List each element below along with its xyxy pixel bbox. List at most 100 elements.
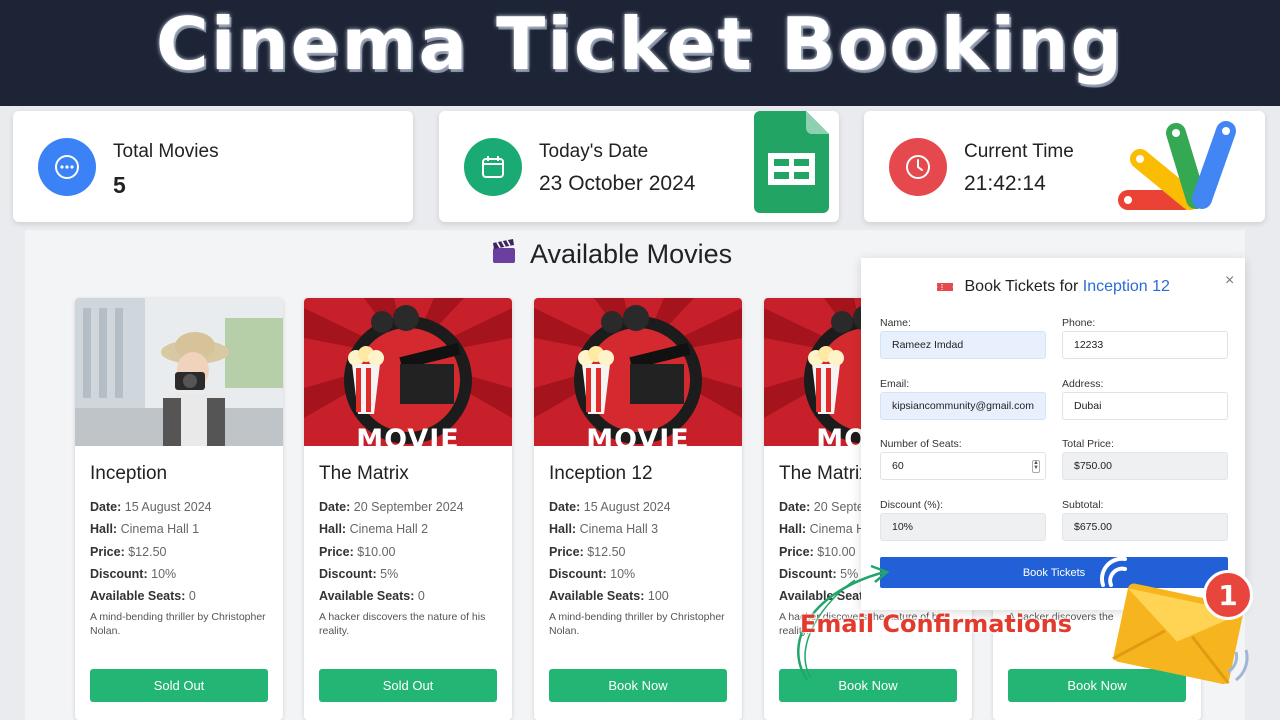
detail-label: Discount: (90, 566, 148, 581)
apps-script-logo-icon (1114, 117, 1244, 217)
movie-details: Date: 20 September 2024 Hall: Cinema Hal… (319, 496, 464, 607)
movie-seats: 0 (417, 589, 425, 604)
name-field[interactable]: Rameez Imdad (880, 331, 1046, 359)
movie-poster-photo (75, 298, 283, 446)
title-banner: Cinema Ticket Booking (0, 0, 1280, 106)
movie-price: $10.00 (357, 544, 396, 559)
calendar-icon (464, 138, 522, 196)
detail-label: Hall: (779, 522, 807, 537)
detail-label: Date: (779, 500, 811, 514)
movie-discount: 10% (151, 566, 177, 581)
sold-out-button[interactable]: Sold Out (90, 669, 268, 702)
movie-title: Inception (90, 463, 168, 484)
name-label: Name: (880, 317, 911, 329)
book-now-button[interactable]: Book Now (549, 669, 727, 702)
booking-modal: Book Tickets for Inception 12 × Name: Ra… (861, 258, 1245, 610)
movie-poster: MOVIE (534, 298, 742, 446)
ticket-icon (936, 280, 954, 298)
movie-price: $12.50 (128, 544, 167, 559)
panel-title-text: Available Movies (530, 239, 733, 269)
movie-card: MOVIE Inception 12 Date: 15 August 2024 … (534, 298, 742, 720)
movie-card: Inception Date: 15 August 2024 Hall: Cin… (75, 298, 283, 720)
movie-seats: 100 (647, 589, 669, 604)
modal-movie-name: Inception 12 (1082, 278, 1170, 295)
badge-count: 1 (1218, 578, 1238, 612)
discount-field: 10% (880, 513, 1046, 541)
poster-text: MOVIE (586, 424, 690, 446)
detail-label: Price: (90, 544, 125, 559)
stat-value: 21:42:14 (964, 172, 1046, 195)
seats-value: 60 (892, 460, 904, 472)
movie-hall: Cinema Hall 3 (579, 522, 659, 537)
clapperboard-icon (490, 237, 518, 272)
subtotal-label: Subtotal: (1062, 499, 1104, 511)
stat-value: 23 October 2024 (539, 172, 696, 195)
movie-price: $12.50 (587, 544, 626, 559)
phone-field[interactable]: 12233 (1062, 331, 1228, 359)
movie-title: The Matrix (779, 463, 869, 484)
available-movies-heading: Available Movies (490, 237, 732, 272)
movie-details: Date: 15 August 2024 Hall: Cinema Hall 1… (90, 496, 212, 607)
movie-description: A mind-bending thriller by Christopher N… (549, 611, 725, 637)
detail-label: Discount: (549, 566, 607, 581)
movie-date: 15 August 2024 (124, 500, 212, 514)
movie-hall: Cinema Hall 1 (120, 522, 200, 537)
email-field[interactable]: kipsiancommunity@gmail.com (880, 392, 1046, 420)
movie-title: Inception 12 (549, 463, 653, 484)
detail-label: Available Seats: (549, 589, 645, 604)
modal-title-prefix: Book Tickets for (964, 278, 1083, 295)
movie-description: A mind-bending thriller by Christopher N… (90, 611, 266, 637)
stat-card-current-time: Current Time 21:42:14 (864, 111, 1265, 222)
movie-poster: MOVIE (304, 298, 512, 446)
email-label: Email: (880, 378, 910, 390)
phone-label: Phone: (1062, 317, 1096, 329)
detail-label: Hall: (90, 522, 118, 537)
modal-title: Book Tickets for Inception 12 (861, 278, 1245, 298)
stat-value: 5 (113, 172, 126, 198)
detail-label: Date: (319, 500, 351, 514)
stat-card-total-movies: Total Movies 5 (13, 111, 413, 222)
detail-label: Available Seats: (90, 589, 186, 604)
movie-title: The Matrix (319, 463, 409, 484)
detail-label: Hall: (319, 522, 347, 537)
movie-discount: 10% (610, 566, 636, 581)
sold-out-button[interactable]: Sold Out (319, 669, 497, 702)
seats-label: Number of Seats: (880, 438, 962, 450)
movie-card: MOVIE The Matrix Date: 20 September 2024… (304, 298, 512, 720)
detail-label: Available Seats: (319, 589, 415, 604)
stat-label: Current Time (964, 141, 1074, 162)
close-icon[interactable]: × (1225, 272, 1234, 290)
stat-label: Today's Date (539, 141, 649, 162)
total-price-field: $750.00 (1062, 452, 1228, 480)
movie-date: 15 August 2024 (583, 500, 671, 514)
movie-details: Date: 15 August 2024 Hall: Cinema Hall 3… (549, 496, 671, 607)
detail-label: Hall: (549, 522, 577, 537)
detail-label: Date: (549, 500, 581, 514)
subtotal-field: $675.00 (1062, 513, 1228, 541)
poster-text: MOVIE (356, 424, 460, 446)
banner-title: Cinema Ticket Booking (155, 2, 1125, 86)
detail-label: Price: (779, 544, 814, 559)
sheets-logo-icon (754, 111, 830, 213)
detail-label: Price: (319, 544, 354, 559)
detail-label: Price: (549, 544, 584, 559)
total-price-label: Total Price: (1062, 438, 1114, 450)
stat-label: Total Movies (113, 141, 219, 162)
movie-seats: 0 (188, 589, 196, 604)
movie-date: 20 September 2024 (353, 500, 464, 514)
notification-badge: 1 (1203, 570, 1253, 620)
movie-price: $10.00 (817, 544, 856, 559)
movie-description: A hacker discovers the nature of his rea… (319, 611, 486, 637)
ellipsis-circle-icon (38, 138, 96, 196)
detail-label: Date: (90, 500, 122, 514)
stat-card-todays-date: Today's Date 23 October 2024 (439, 111, 839, 222)
movie-discount: 5% (380, 566, 399, 581)
detail-label: Discount: (319, 566, 377, 581)
movie-hall: Cinema Hall 2 (349, 522, 429, 537)
clock-icon (889, 138, 947, 196)
stepper-arrows-icon[interactable]: ▲ ▼ (1032, 460, 1040, 473)
seats-stepper[interactable]: 60 ▲ ▼ (880, 452, 1046, 480)
email-confirmations-caption: Email Confirmations (800, 610, 1072, 638)
discount-label: Discount (%): (880, 499, 944, 511)
address-field[interactable]: Dubai (1062, 392, 1228, 420)
